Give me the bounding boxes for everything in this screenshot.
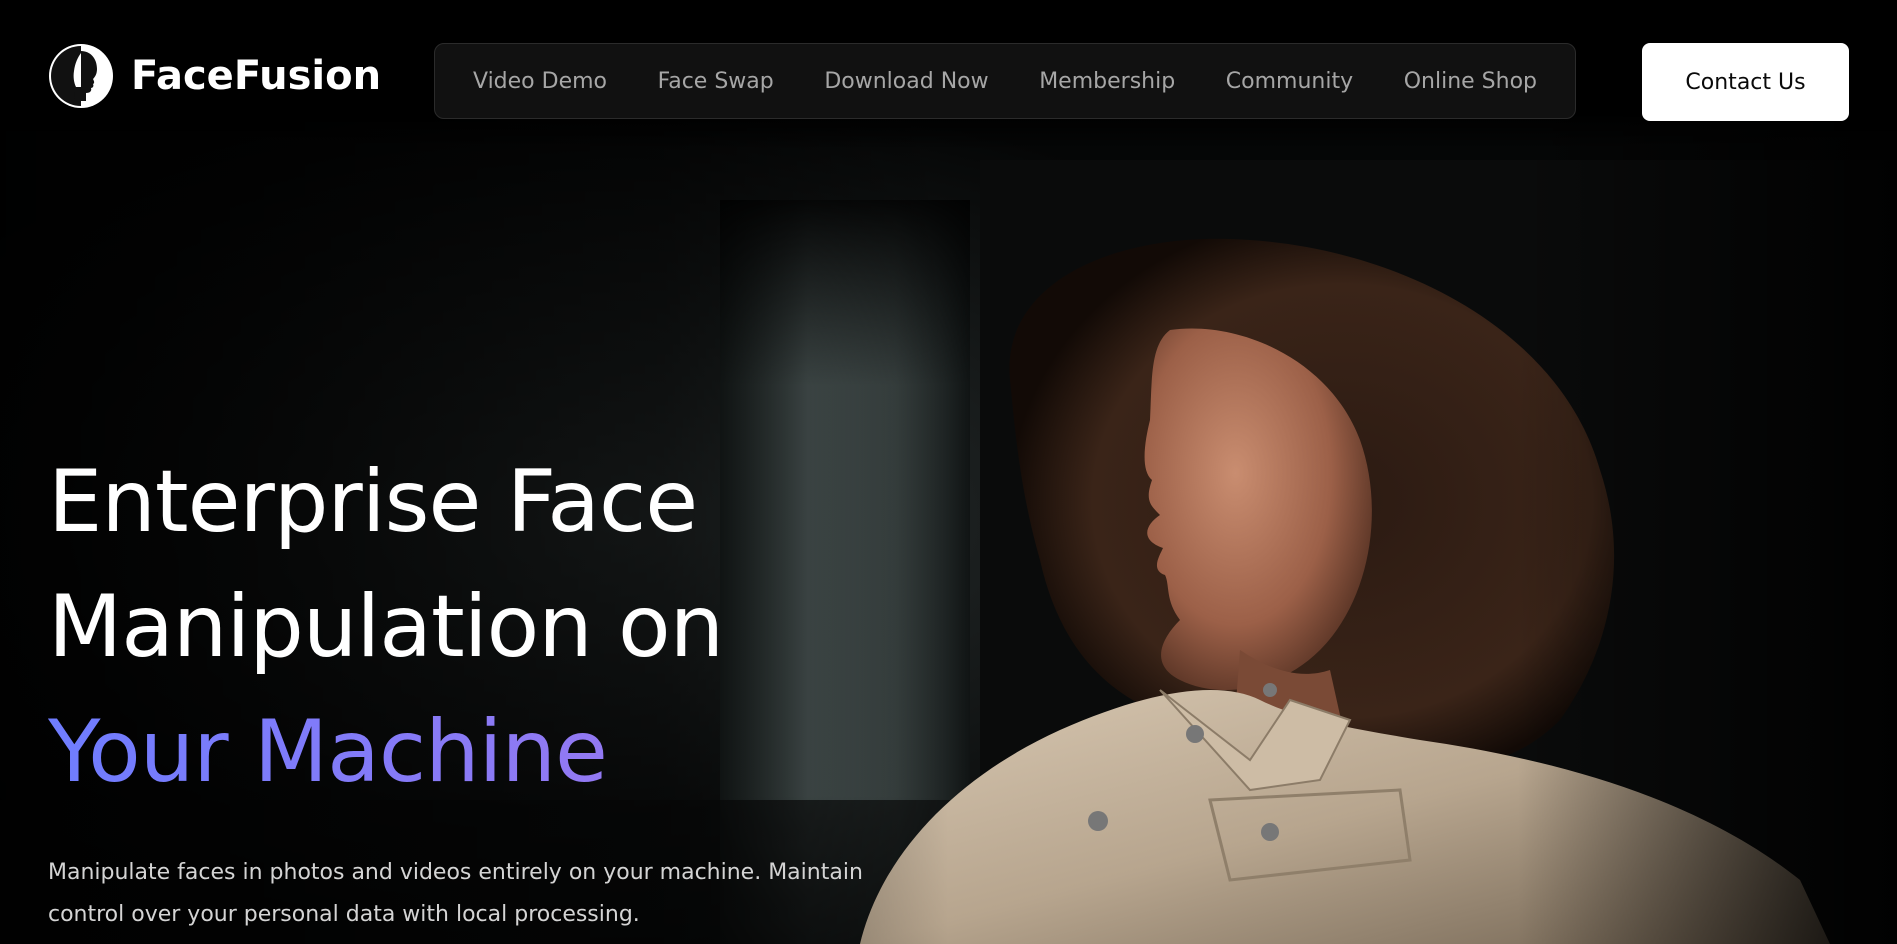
page: FaceFusion Video Demo Face Swap Download…	[0, 0, 1897, 944]
nav-item-community[interactable]: Community	[1226, 69, 1353, 94]
contact-us-button[interactable]: Contact Us	[1642, 43, 1849, 121]
site-header: FaceFusion Video Demo Face Swap Download…	[0, 0, 1897, 150]
face-profile-logo-icon	[49, 44, 113, 108]
main-nav: Video Demo Face Swap Download Now Member…	[434, 43, 1576, 119]
nav-item-online-shop[interactable]: Online Shop	[1404, 69, 1537, 94]
nav-item-face-swap[interactable]: Face Swap	[658, 69, 774, 94]
hero-title-line-2: Manipulation on	[48, 577, 724, 677]
hero-title: Enterprise Face Manipulation on Your Mac…	[48, 440, 724, 815]
hero-description: Manipulate faces in photos and videos en…	[48, 860, 863, 927]
brand-name: FaceFusion	[131, 53, 382, 99]
brand-logo-link[interactable]: FaceFusion	[48, 43, 381, 109]
nav-item-download-now[interactable]: Download Now	[824, 69, 988, 94]
nav-item-video-demo[interactable]: Video Demo	[473, 69, 607, 94]
hero-title-line-1: Enterprise Face	[48, 452, 698, 552]
nav-item-membership[interactable]: Membership	[1039, 69, 1175, 94]
hero-title-highlight: Your Machine	[48, 690, 723, 815]
